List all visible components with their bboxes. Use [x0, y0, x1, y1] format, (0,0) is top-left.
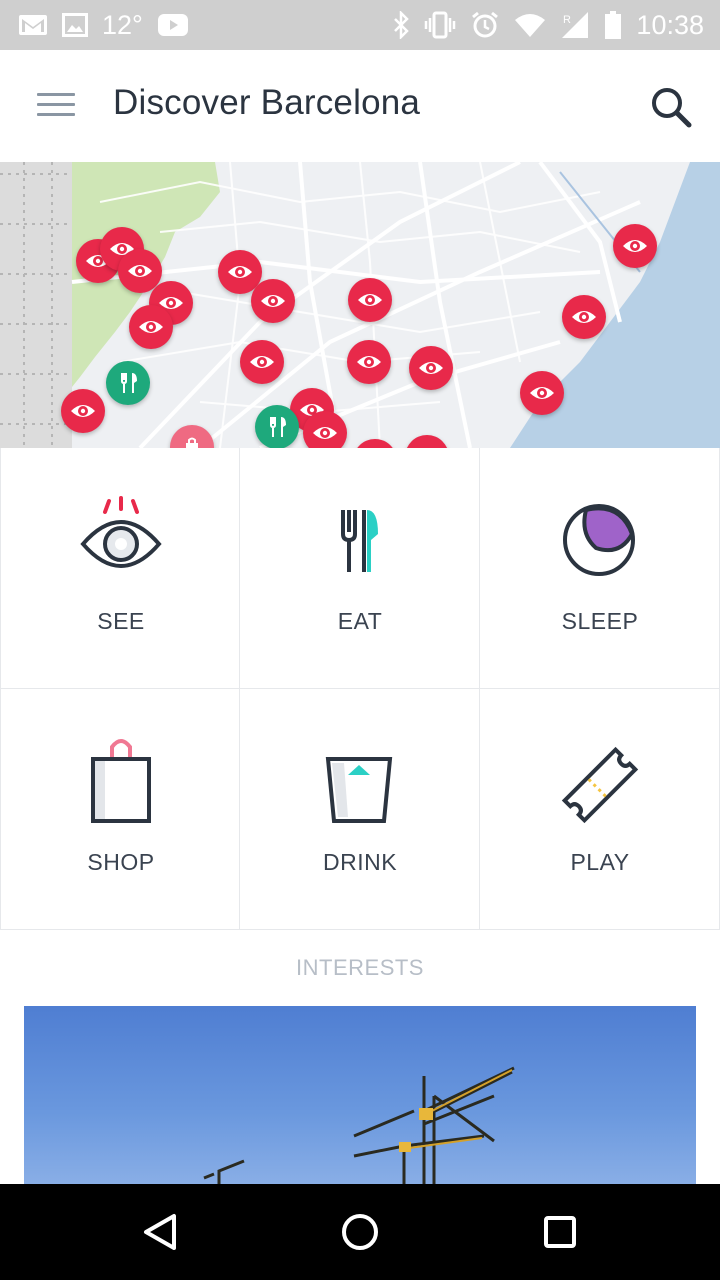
map-pin-see[interactable] [409, 346, 453, 390]
cranes-photo [203, 1066, 515, 1184]
wifi-icon [514, 12, 546, 38]
category-label: SEE [97, 608, 145, 634]
signal-icon: R [560, 11, 590, 39]
image-icon [62, 13, 88, 37]
map-pin-see[interactable] [347, 340, 391, 384]
eye-icon [358, 294, 382, 306]
back-icon[interactable] [136, 1208, 184, 1256]
eye-icon [530, 387, 554, 399]
moon-icon [550, 494, 650, 584]
interest-card-image[interactable] [24, 1006, 696, 1184]
search-icon[interactable] [646, 82, 698, 134]
map-pin-see[interactable] [303, 411, 347, 448]
eye-icon [357, 356, 381, 368]
map-pin-see[interactable] [129, 305, 173, 349]
youtube-icon [157, 13, 189, 37]
category-see[interactable]: SEE [0, 448, 240, 689]
ticket-icon [550, 735, 650, 825]
eye-icon [623, 240, 647, 252]
alarm-icon [470, 10, 500, 40]
map-pin-see[interactable] [240, 340, 284, 384]
category-grid: SEE EAT SLEEP SHOP DRINK PLAY [0, 448, 720, 932]
temperature: 12° [102, 9, 143, 40]
recents-icon[interactable] [536, 1208, 584, 1256]
eye-icon [71, 494, 171, 584]
category-label: SLEEP [561, 608, 639, 634]
category-play[interactable]: PLAY [480, 689, 720, 930]
glass-icon [310, 735, 410, 825]
fork-knife-icon [270, 417, 286, 437]
status-bar: 12° R 10:38 [0, 0, 720, 50]
map[interactable] [0, 162, 720, 448]
map-pin-see[interactable] [520, 371, 564, 415]
home-icon[interactable] [336, 1208, 384, 1256]
clock: 10:38 [636, 9, 704, 40]
map-pin-eat[interactable] [255, 405, 299, 448]
navigation-bar [0, 1184, 720, 1280]
eye-icon [228, 266, 252, 278]
interests-heading: INTERESTS [296, 955, 424, 980]
fork-knife-icon [121, 373, 137, 393]
gmail-icon [18, 13, 48, 37]
map-pin-see[interactable] [613, 224, 657, 268]
app-bar: Discover Barcelona [0, 50, 720, 162]
category-shop[interactable]: SHOP [0, 689, 240, 930]
eye-icon [261, 295, 285, 307]
hamburger-menu-icon[interactable] [30, 86, 82, 126]
map-pin-see[interactable] [562, 295, 606, 339]
svg-text:R: R [563, 14, 571, 26]
eye-icon [419, 362, 443, 374]
category-drink[interactable]: DRINK [240, 689, 480, 930]
eye-icon [313, 427, 337, 439]
fork-knife-icon [310, 494, 410, 584]
eye-icon [572, 311, 596, 323]
page-title: Discover Barcelona [113, 83, 421, 122]
eye-icon [71, 405, 95, 417]
category-label: DRINK [322, 849, 398, 875]
category-label: PLAY [570, 849, 630, 875]
eye-icon [250, 356, 274, 368]
bluetooth-icon [392, 11, 410, 39]
eye-icon [128, 265, 152, 277]
shopping-bag-icon [186, 437, 198, 448]
shopping-bag-icon [71, 735, 171, 825]
vibrate-icon [424, 11, 456, 39]
category-label: SHOP [87, 849, 155, 875]
category-eat[interactable]: EAT [240, 448, 480, 689]
map-pin-see[interactable] [61, 389, 105, 433]
category-sleep[interactable]: SLEEP [480, 448, 720, 689]
map-pin-see[interactable] [251, 279, 295, 323]
category-label: EAT [337, 608, 383, 634]
map-pin-see[interactable] [348, 278, 392, 322]
eye-icon [139, 321, 163, 333]
battery-icon [604, 10, 622, 40]
map-pin-eat[interactable] [106, 361, 150, 405]
